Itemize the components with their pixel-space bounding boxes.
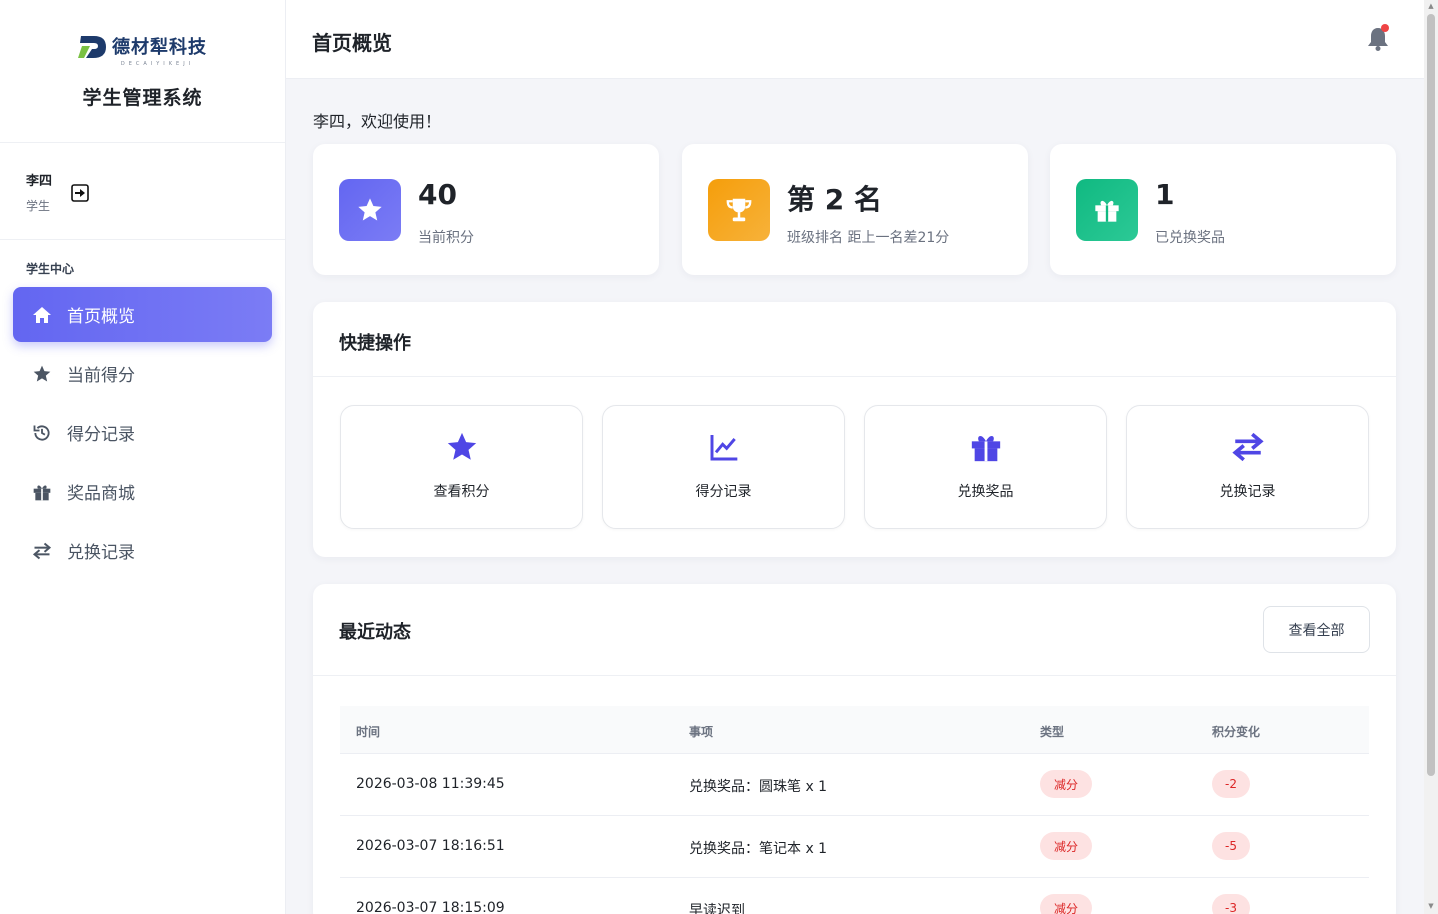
sidebar: 德材犁科技 DECAIYIKEJI 学生管理系统 李四 学生 学生中心 首页概览…	[0, 0, 286, 914]
logout-icon[interactable]	[70, 183, 90, 203]
nav-group-label: 学生中心	[26, 262, 75, 276]
sidebar-item-label: 当前得分	[67, 366, 135, 386]
sidebar-item-exchange-history[interactable]: 兑换记录	[13, 523, 272, 578]
gift-icon	[1076, 179, 1138, 241]
cell-time: 2026-03-07 18:15:09	[356, 900, 505, 914]
points-change-badge: -2	[1212, 770, 1250, 798]
card-header: 快捷操作	[313, 302, 1396, 377]
scroll-up-arrow-icon[interactable]: ▲	[1427, 2, 1435, 10]
logo-subtitle: DECAIYIKEJI	[120, 61, 195, 67]
sidebar-item-prize-store[interactable]: 奖品商城	[13, 464, 272, 519]
card-header: 最近动态 查看全部	[313, 584, 1396, 676]
stat-card-prizes: 1 已兑换奖品	[1050, 144, 1396, 275]
sidebar-item-label: 得分记录	[67, 425, 135, 445]
scroll-down-arrow-icon[interactable]: ▼	[1427, 902, 1435, 910]
column-header-item: 事项	[689, 725, 714, 739]
notification-dot	[1381, 24, 1389, 32]
history-icon	[31, 422, 53, 444]
sidebar-item-label: 首页概览	[67, 307, 135, 327]
table-row: 2026-03-07 18:16:51 兑换奖品：笔记本 x 1 减分 -5	[340, 816, 1369, 878]
column-header-time: 时间	[356, 725, 381, 739]
sidebar-item-score-history[interactable]: 得分记录	[13, 405, 272, 460]
type-badge: 减分	[1040, 832, 1092, 860]
user-name: 李四	[26, 174, 53, 189]
card-title: 最近动态	[339, 622, 411, 643]
welcome-message: 李四，欢迎使用！	[313, 112, 442, 131]
column-header-points-change: 积分变化	[1212, 725, 1261, 739]
quick-actions-card: 快捷操作 查看积分 得分记录 兑换奖品 兑换记录	[313, 302, 1396, 557]
type-badge: 减分	[1040, 894, 1092, 914]
quick-action-label: 查看积分	[433, 484, 490, 500]
column-header-type: 类型	[1040, 725, 1065, 739]
stat-value: 40	[418, 178, 457, 211]
user-panel: 李四 学生	[0, 143, 285, 240]
scrollbar-thumb[interactable]	[1427, 14, 1435, 776]
stat-card-rank: 第 2 名 班级排名 距上一名差21分	[682, 144, 1028, 275]
recent-activity-table: 时间 事项 类型 积分变化 2026-03-08 11:39:45 兑换奖品：圆…	[340, 706, 1369, 914]
cell-item: 早读迟到	[689, 903, 745, 914]
exchange-icon	[1230, 430, 1266, 464]
trophy-icon	[708, 179, 770, 241]
chart-line-icon	[706, 430, 742, 464]
table-header: 时间 事项 类型 积分变化	[340, 706, 1369, 754]
card-title: 快捷操作	[339, 333, 411, 354]
sidebar-item-label: 兑换记录	[67, 543, 135, 563]
cell-time: 2026-03-08 11:39:45	[356, 776, 505, 792]
home-icon	[31, 304, 53, 326]
cell-time: 2026-03-07 18:16:51	[356, 838, 505, 854]
star-icon	[339, 179, 401, 241]
stat-value: 第 2 名	[787, 183, 882, 216]
exchange-icon	[31, 540, 53, 562]
brand: 德材犁科技 DECAIYIKEJI 学生管理系统	[0, 0, 285, 143]
quick-action-label: 得分记录	[695, 484, 752, 500]
cell-item: 兑换奖品：笔记本 x 1	[689, 841, 828, 857]
points-change-badge: -3	[1212, 894, 1250, 914]
stat-label: 当前积分	[418, 230, 474, 246]
quick-action-redeem-prize[interactable]: 兑换奖品	[864, 405, 1107, 529]
stat-value: 1	[1155, 178, 1175, 211]
topbar: 首页概览	[286, 0, 1424, 79]
stat-label: 已兑换奖品	[1155, 230, 1225, 246]
star-icon	[31, 363, 53, 385]
stat-label: 班级排名 距上一名差21分	[787, 230, 950, 246]
table-row: 2026-03-08 11:39:45 兑换奖品：圆珠笔 x 1 减分 -2	[340, 754, 1369, 816]
logo-text: 德材犁科技	[112, 37, 207, 58]
cell-item: 兑换奖品：圆珠笔 x 1	[689, 779, 828, 795]
gift-icon	[31, 481, 53, 503]
sidebar-item-home[interactable]: 首页概览	[13, 287, 272, 342]
logo: 德材犁科技	[78, 32, 207, 60]
sidebar-item-current-score[interactable]: 当前得分	[13, 346, 272, 401]
quick-action-label: 兑换奖品	[957, 484, 1014, 500]
user-role: 学生	[26, 199, 51, 213]
type-badge: 减分	[1040, 770, 1092, 798]
table-row: 2026-03-07 18:15:09 早读迟到 减分 -3	[340, 878, 1369, 914]
quick-action-view-points[interactable]: 查看积分	[340, 405, 583, 529]
page-title: 首页概览	[312, 31, 392, 55]
quick-action-label: 兑换记录	[1219, 484, 1276, 500]
system-title: 学生管理系统	[82, 87, 203, 109]
recent-activity-card: 最近动态 查看全部 时间 事项 类型 积分变化 2026-03-08 11:39…	[313, 584, 1396, 914]
quick-action-exchange-history[interactable]: 兑换记录	[1126, 405, 1369, 529]
view-all-button[interactable]: 查看全部	[1263, 606, 1370, 653]
sidebar-nav: 首页概览 当前得分 得分记录 奖品商城 兑换记录	[0, 287, 285, 578]
quick-action-score-history[interactable]: 得分记录	[602, 405, 845, 529]
points-change-badge: -5	[1212, 832, 1250, 860]
star-icon	[444, 430, 480, 464]
sidebar-item-label: 奖品商城	[67, 484, 135, 504]
stat-card-points: 40 当前积分	[313, 144, 659, 275]
gift-icon	[968, 430, 1004, 464]
logo-mark-icon	[78, 36, 106, 58]
